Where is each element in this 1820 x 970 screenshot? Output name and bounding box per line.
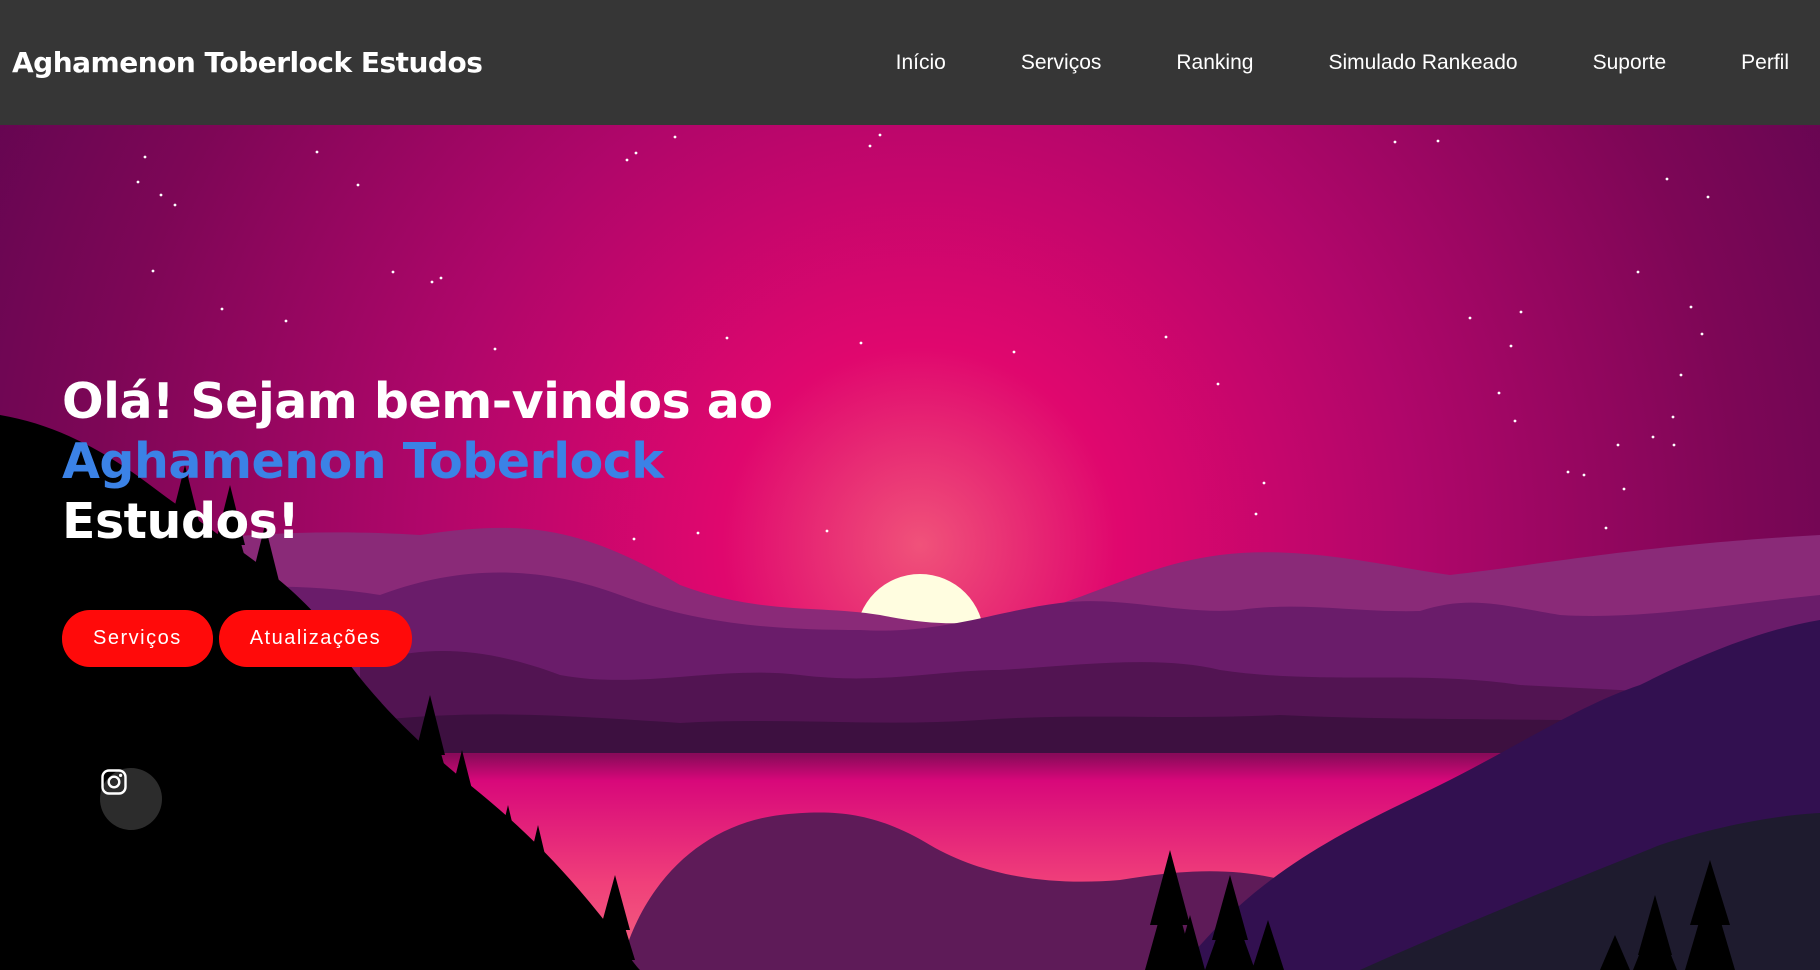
- site-brand[interactable]: Aghamenon Toberlock Estudos: [12, 46, 483, 79]
- instagram-button[interactable]: [100, 768, 162, 830]
- servicos-button[interactable]: Serviços: [62, 610, 213, 667]
- hero-heading: Olá! Sejam bem-vindos ao Aghamenon Tober…: [62, 372, 822, 552]
- nav-suporte[interactable]: Suporte: [1593, 51, 1667, 75]
- nav-inicio[interactable]: Início: [896, 51, 946, 75]
- nav-simulado-rankeado[interactable]: Simulado Rankeado: [1328, 51, 1517, 75]
- hero-heading-line3: Estudos!: [62, 493, 300, 550]
- nav-perfil[interactable]: Perfil: [1741, 51, 1789, 75]
- instagram-icon: [101, 769, 127, 795]
- hero-section: Olá! Sejam bem-vindos ao Aghamenon Tober…: [0, 125, 1820, 970]
- nav-ranking[interactable]: Ranking: [1176, 51, 1253, 75]
- nav-servicos[interactable]: Serviços: [1021, 51, 1102, 75]
- atualizacoes-button[interactable]: Atualizações: [218, 610, 413, 667]
- hero-heading-accent: Aghamenon Toberlock: [62, 433, 664, 490]
- top-navbar: Aghamenon Toberlock Estudos Início Servi…: [0, 0, 1820, 125]
- hero-heading-line1: Olá! Sejam bem-vindos ao: [62, 373, 773, 430]
- main-nav: Início Serviços Ranking Simulado Rankead…: [821, 51, 1789, 75]
- hero-buttons: Serviços Atualizações: [62, 610, 413, 667]
